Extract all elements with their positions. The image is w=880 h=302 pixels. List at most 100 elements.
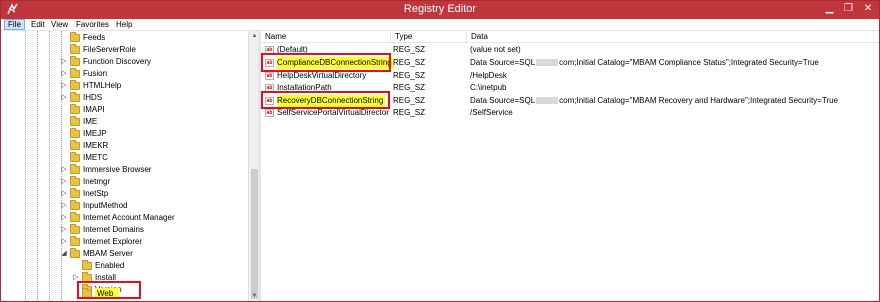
expand-arrow-icon[interactable] (60, 33, 68, 42)
values-list[interactable]: Name Type Data ab (Default) REG_SZ (valu… (261, 31, 879, 301)
menu-bar: File Edit View Favorites Help (1, 19, 879, 31)
value-data: Data Source=SQL com;Initial Catalog="MBAM… (470, 57, 875, 69)
expand-arrow-icon[interactable]: ▷ (60, 225, 68, 234)
expand-arrow-icon[interactable] (72, 261, 80, 270)
editor-content: Feeds FileServerRole ▷ Function Discover… (1, 31, 879, 301)
expand-arrow-icon[interactable]: ▷ (60, 165, 68, 174)
minimize-button[interactable]: ▁ (821, 2, 838, 16)
folder-icon (70, 152, 80, 162)
folder-icon (70, 236, 80, 246)
expand-arrow-icon[interactable] (60, 45, 68, 54)
tree-item-internet-explorer[interactable]: ▷ Internet Explorer (5, 236, 255, 247)
expand-arrow-icon[interactable]: ▷ (60, 213, 68, 222)
expand-arrow-icon[interactable] (60, 141, 68, 150)
tree-item-function-discovery[interactable]: ▷ Function Discovery (5, 56, 255, 67)
title-bar[interactable]: Registry Editor ▁ ❐ ✕ (1, 1, 879, 19)
folder-icon (70, 164, 80, 174)
redacted-text (536, 97, 559, 105)
tree-item-htmlhelp[interactable]: ▷ HTMLHelp (5, 80, 255, 91)
expand-arrow-icon[interactable] (60, 117, 68, 126)
list-header: Name Type Data (261, 31, 879, 43)
highlight-box (77, 281, 141, 299)
collapse-arrow-icon[interactable]: ◢ (60, 249, 68, 258)
expand-arrow-icon[interactable]: ▷ (60, 201, 68, 210)
expand-arrow-icon[interactable] (60, 129, 68, 138)
tree-item-immersive-browser[interactable]: ▷ Immersive Browser (5, 164, 255, 175)
expand-arrow-icon[interactable] (60, 105, 68, 114)
string-value-icon: ab (265, 72, 274, 80)
expand-arrow-icon[interactable]: ▷ (60, 189, 68, 198)
tree-item-label: IMEJP (83, 129, 107, 138)
folder-icon (70, 116, 80, 126)
folder-open-icon (70, 248, 80, 258)
tree-item-enabled[interactable]: Enabled (5, 260, 255, 271)
tree-item-fileserverrole[interactable]: FileServerRole (5, 44, 255, 55)
tree-item-mbam-server[interactable]: ◢ MBAM Server (5, 248, 255, 259)
folder-icon (70, 128, 80, 138)
folder-icon (70, 176, 80, 186)
column-type[interactable]: Type (391, 31, 467, 42)
tree-item-label: Internet Account Manager (83, 213, 175, 222)
folder-icon (70, 68, 80, 78)
tree-item-internet-account-manager[interactable]: ▷ Internet Account Manager (5, 212, 255, 223)
column-name[interactable]: Name (261, 31, 391, 42)
value-type: REG_SZ (393, 108, 426, 117)
tree-item-label: InetStp (83, 189, 109, 198)
expand-arrow-icon[interactable]: ▷ (60, 69, 68, 78)
tree-item-label: InputMethod (83, 201, 128, 210)
folder-icon (70, 44, 80, 54)
tree-item-label: MBAM Server (83, 249, 133, 258)
tree-item-label: Immersive Browser (83, 165, 152, 174)
menu-view[interactable]: View (48, 19, 71, 30)
value-type: REG_SZ (393, 58, 426, 67)
tree-item-imapi[interactable]: IMAPI (5, 104, 255, 115)
tree-item-inetstp[interactable]: ▷ InetStp (5, 188, 255, 199)
menu-favorites[interactable]: Favorites (73, 19, 112, 30)
value-name: HelpDeskVirtualDirectory (277, 71, 367, 80)
expand-arrow-icon[interactable]: ▷ (60, 93, 68, 102)
tree-item-ime[interactable]: IME (5, 116, 255, 127)
scroll-down-arrow-icon[interactable]: ▼ (249, 291, 258, 301)
tree-item-imejp[interactable]: IMEJP (5, 128, 255, 139)
column-data[interactable]: Data (467, 31, 879, 42)
registry-tree[interactable]: Feeds FileServerRole ▷ Function Discover… (5, 31, 258, 301)
expand-arrow-icon[interactable]: ▷ (60, 177, 68, 186)
string-value-icon: ab (265, 109, 274, 117)
expand-arrow-icon[interactable]: ▷ (60, 237, 68, 246)
folder-icon (70, 140, 80, 150)
maximize-button[interactable]: ❐ (840, 2, 857, 16)
value-data: (value not set) (470, 45, 521, 54)
value-row-selfservice[interactable]: ab SelfServicePortalVirtualDirectory REG… (261, 107, 879, 119)
tree-item-imetc[interactable]: IMETC (5, 152, 255, 163)
tree-item-internet-domains[interactable]: ▷ Internet Domains (5, 224, 255, 235)
scroll-thumb[interactable] (251, 169, 258, 299)
folder-icon (70, 212, 80, 222)
value-type: REG_SZ (393, 71, 426, 80)
scroll-up-arrow-icon[interactable]: ▲ (249, 31, 258, 41)
tree-item-inetmgr[interactable]: ▷ Inetmgr (5, 176, 255, 187)
tree-item-ihds[interactable]: ▷ IHDS (5, 92, 255, 103)
close-button[interactable]: ✕ (857, 2, 879, 16)
menu-edit[interactable]: Edit (28, 19, 48, 30)
folder-icon (70, 92, 80, 102)
value-row-helpdesk[interactable]: ab HelpDeskVirtualDirectory REG_SZ /Help… (261, 70, 879, 82)
tree-item-label: IMETC (83, 153, 108, 162)
tree-scrollbar[interactable]: ▲ ▼ (248, 31, 258, 301)
tree-item-label: Function Discovery (83, 57, 152, 66)
expand-arrow-icon[interactable]: ▷ (60, 57, 68, 66)
tree-item-imekr[interactable]: IMEKR (5, 140, 255, 151)
value-name: SelfServicePortalVirtualDirectory (277, 108, 389, 117)
tree-item-feeds[interactable]: Feeds (5, 32, 255, 43)
tree-item-inputmethod[interactable]: ▷ InputMethod (5, 200, 255, 211)
expand-arrow-icon[interactable]: ▷ (60, 81, 68, 90)
folder-icon (70, 200, 80, 210)
menu-help[interactable]: Help (113, 19, 135, 30)
value-data: /HelpDesk (470, 71, 507, 80)
folder-icon (70, 32, 80, 42)
menu-file[interactable]: File (4, 19, 25, 30)
tree-item-fusion[interactable]: ▷ Fusion (5, 68, 255, 79)
tree-item-label: HTMLHelp (83, 81, 122, 90)
tree-item-label: IMEKR (83, 141, 109, 150)
data-prefix: Data Source=SQL (470, 96, 536, 105)
expand-arrow-icon[interactable] (60, 153, 68, 162)
